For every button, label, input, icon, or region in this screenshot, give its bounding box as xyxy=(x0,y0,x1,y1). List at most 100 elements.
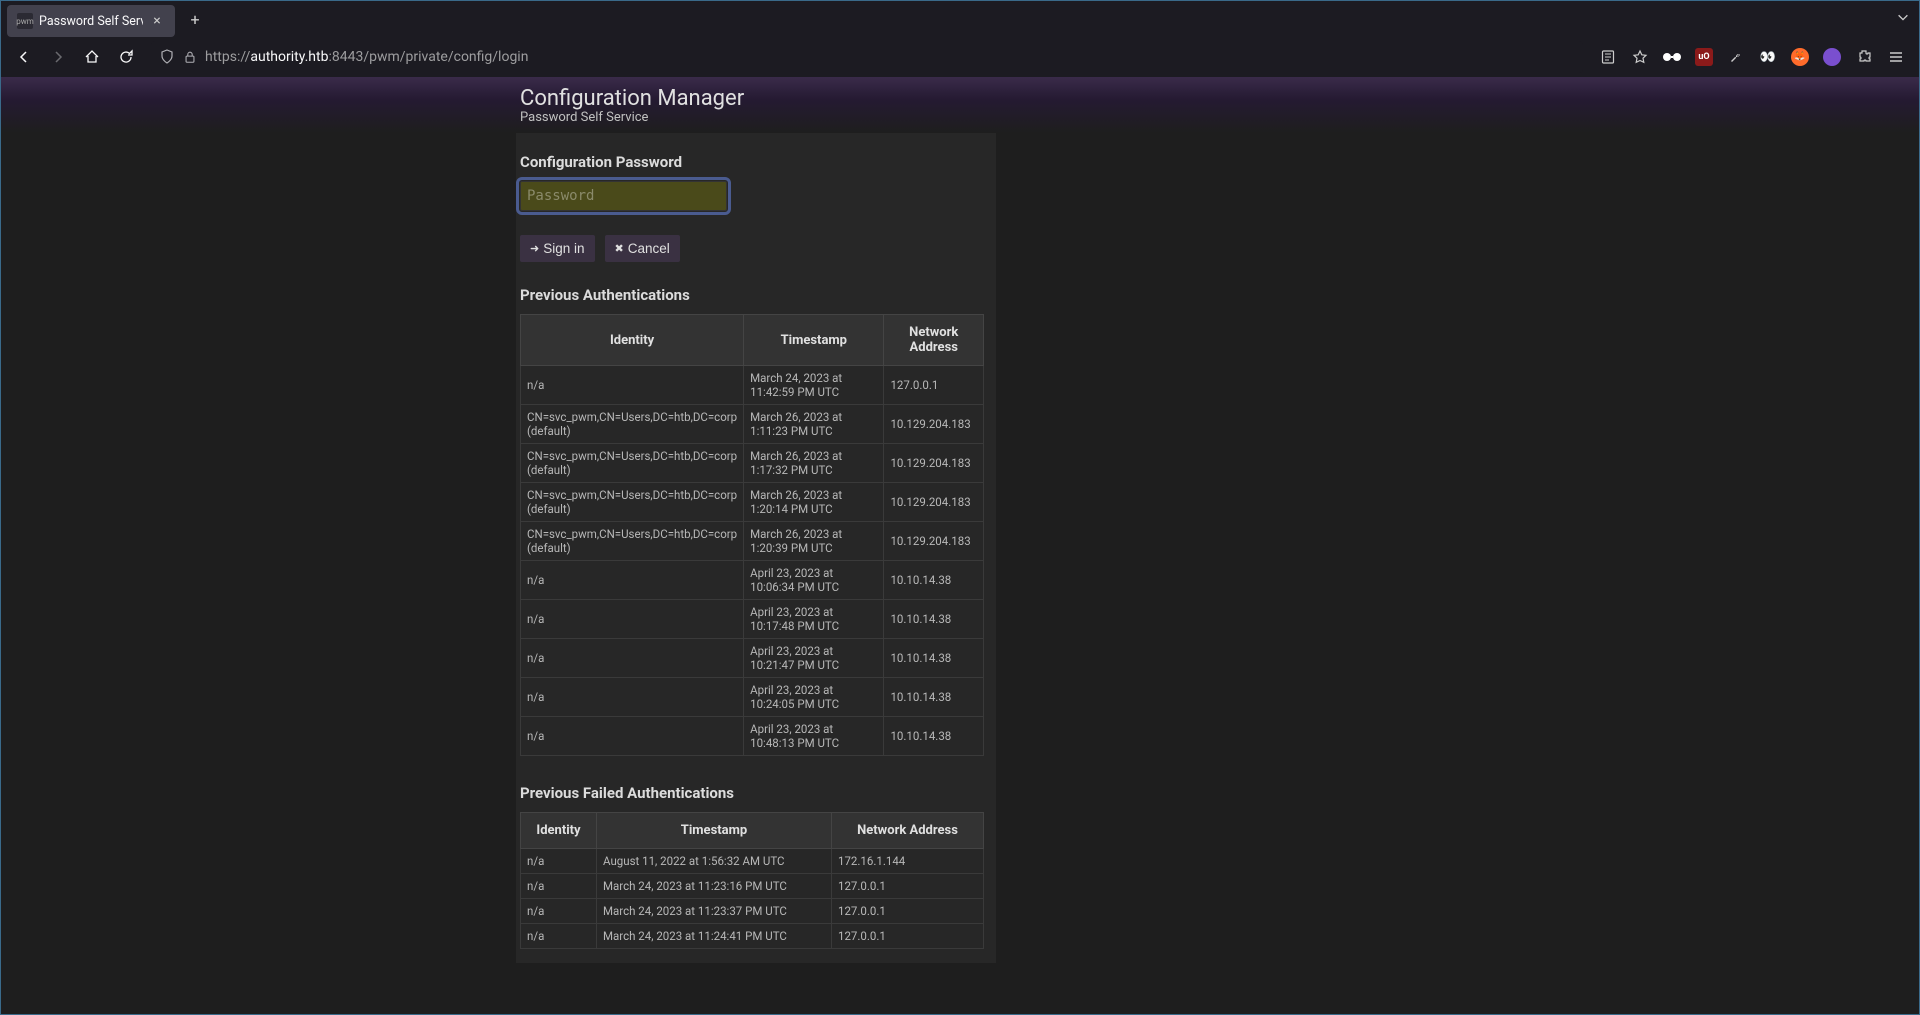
sign-in-label: Sign in xyxy=(543,241,584,256)
fox-extension-icon[interactable]: 🦊 xyxy=(1785,42,1815,72)
col-timestamp: Timestamp xyxy=(597,813,832,849)
cell-identity: n/a xyxy=(521,717,744,756)
cell-timestamp: August 11, 2022 at 1:56:32 AM UTC xyxy=(597,849,832,874)
app-subtitle: Password Self Service xyxy=(520,110,648,125)
extensions-icon[interactable] xyxy=(1849,42,1879,72)
cell-address: 10.129.204.183 xyxy=(884,444,984,483)
cell-address: 10.10.14.38 xyxy=(884,639,984,678)
col-identity: Identity xyxy=(521,315,744,366)
cell-timestamp: March 24, 2023 at 11:23:16 PM UTC xyxy=(597,874,832,899)
cell-identity: n/a xyxy=(521,600,744,639)
cell-timestamp: March 24, 2023 at 11:24:41 PM UTC xyxy=(597,924,832,949)
favicon: pwm xyxy=(17,13,33,29)
cell-address: 10.129.204.183 xyxy=(884,522,984,561)
cancel-label: Cancel xyxy=(628,241,670,256)
app-title: Configuration Manager xyxy=(520,86,744,111)
table-row: n/aApril 23, 2023 at 10:17:48 PM UTC10.1… xyxy=(521,600,984,639)
cell-address: 10.10.14.38 xyxy=(884,678,984,717)
table-row: n/aApril 23, 2023 at 10:48:13 PM UTC10.1… xyxy=(521,717,984,756)
cell-identity: n/a xyxy=(521,874,597,899)
cell-address: 127.0.0.1 xyxy=(832,899,984,924)
cell-address: 127.0.0.1 xyxy=(832,924,984,949)
cell-identity: CN=svc_pwm,CN=Users,DC=htb,DC=corp (defa… xyxy=(521,405,744,444)
mask-extension-icon[interactable] xyxy=(1657,42,1687,72)
cell-address: 10.129.204.183 xyxy=(884,405,984,444)
reload-button[interactable] xyxy=(111,42,141,72)
cell-address: 127.0.0.1 xyxy=(884,366,984,405)
password-input[interactable] xyxy=(520,181,727,211)
reader-mode-icon[interactable] xyxy=(1593,42,1623,72)
cell-identity: n/a xyxy=(521,678,744,717)
navigation-bar: https://authority.htb:8443/pwm/private/c… xyxy=(1,37,1919,77)
cell-timestamp: March 26, 2023 at 1:17:32 PM UTC xyxy=(744,444,884,483)
tab-bar: pwm Password Self Service × + xyxy=(1,1,1919,37)
url-path: :8443/pwm/private/config/login xyxy=(328,49,528,65)
table-header-row: Identity Timestamp Network Address xyxy=(521,813,984,849)
cell-identity: n/a xyxy=(521,366,744,405)
cancel-icon: ✖ xyxy=(615,242,624,255)
cell-identity: CN=svc_pwm,CN=Users,DC=htb,DC=corp (defa… xyxy=(521,522,744,561)
previous-failed-auth-table: Identity Timestamp Network Address n/aAu… xyxy=(520,812,984,949)
cell-timestamp: April 23, 2023 at 10:21:47 PM UTC xyxy=(744,639,884,678)
cell-timestamp: March 26, 2023 at 1:20:14 PM UTC xyxy=(744,483,884,522)
address-bar[interactable]: https://authority.htb:8443/pwm/private/c… xyxy=(151,41,1583,73)
table-row: n/aMarch 24, 2023 at 11:42:59 PM UTC127.… xyxy=(521,366,984,405)
cell-identity: n/a xyxy=(521,899,597,924)
cell-timestamp: March 24, 2023 at 11:23:37 PM UTC xyxy=(597,899,832,924)
bookmark-icon[interactable] xyxy=(1625,42,1655,72)
eyes-extension-icon[interactable]: 👀 xyxy=(1753,42,1783,72)
table-row: n/aMarch 24, 2023 at 11:23:16 PM UTC127.… xyxy=(521,874,984,899)
ublock-extension-icon[interactable]: uO xyxy=(1689,42,1719,72)
cell-identity: n/a xyxy=(521,924,597,949)
col-timestamp: Timestamp xyxy=(744,315,884,366)
cell-timestamp: March 26, 2023 at 1:11:23 PM UTC xyxy=(744,405,884,444)
back-button[interactable] xyxy=(9,42,39,72)
table-row: CN=svc_pwm,CN=Users,DC=htb,DC=corp (defa… xyxy=(521,522,984,561)
cell-address: 10.10.14.38 xyxy=(884,717,984,756)
table-row: n/aApril 23, 2023 at 10:21:47 PM UTC10.1… xyxy=(521,639,984,678)
shield-icon xyxy=(159,49,175,65)
table-row: n/aMarch 24, 2023 at 11:24:41 PM UTC127.… xyxy=(521,924,984,949)
table-row: CN=svc_pwm,CN=Users,DC=htb,DC=corp (defa… xyxy=(521,483,984,522)
cell-identity: CN=svc_pwm,CN=Users,DC=htb,DC=corp (defa… xyxy=(521,483,744,522)
cell-address: 10.10.14.38 xyxy=(884,600,984,639)
cell-identity: n/a xyxy=(521,561,744,600)
tabs-dropdown-icon[interactable] xyxy=(1896,10,1910,24)
menu-icon[interactable] xyxy=(1881,42,1911,72)
cancel-button[interactable]: ✖ Cancel xyxy=(605,235,680,262)
signin-icon: ➜ xyxy=(530,242,539,255)
table-row: CN=svc_pwm,CN=Users,DC=htb,DC=corp (defa… xyxy=(521,405,984,444)
cell-timestamp: April 23, 2023 at 10:48:13 PM UTC xyxy=(744,717,884,756)
lock-icon xyxy=(183,50,197,64)
cell-address: 172.16.1.144 xyxy=(832,849,984,874)
cell-timestamp: March 24, 2023 at 11:42:59 PM UTC xyxy=(744,366,884,405)
table-row: CN=svc_pwm,CN=Users,DC=htb,DC=corp (defa… xyxy=(521,444,984,483)
new-tab-button[interactable]: + xyxy=(181,5,209,33)
config-password-heading: Configuration Password xyxy=(516,147,996,181)
cell-address: 10.129.204.183 xyxy=(884,483,984,522)
browser-tab[interactable]: pwm Password Self Service × xyxy=(7,5,175,37)
previous-auth-heading: Previous Authentications xyxy=(516,280,996,314)
url-text: https://authority.htb:8443/pwm/private/c… xyxy=(205,49,528,65)
close-tab-icon[interactable]: × xyxy=(149,13,165,29)
cell-timestamp: April 23, 2023 at 10:06:34 PM UTC xyxy=(744,561,884,600)
previous-auth-table: Identity Timestamp Network Address n/aMa… xyxy=(520,314,984,756)
toolbar-icons: uO 👀 🦊 xyxy=(1593,42,1911,72)
browser-chrome: pwm Password Self Service × + xyxy=(1,1,1919,77)
col-identity: Identity xyxy=(521,813,597,849)
cell-timestamp: April 23, 2023 at 10:24:05 PM UTC xyxy=(744,678,884,717)
table-row: n/aApril 23, 2023 at 10:24:05 PM UTC10.1… xyxy=(521,678,984,717)
col-address: Network Address xyxy=(884,315,984,366)
cell-timestamp: April 23, 2023 at 10:17:48 PM UTC xyxy=(744,600,884,639)
cell-identity: n/a xyxy=(521,849,597,874)
purple-extension-icon[interactable] xyxy=(1817,42,1847,72)
url-scheme: https:// xyxy=(205,49,250,65)
tab-title: Password Self Service xyxy=(39,14,143,29)
app-header: Configuration Manager Password Self Serv… xyxy=(1,77,1919,133)
sign-in-button[interactable]: ➜ Sign in xyxy=(520,235,595,262)
wrench-extension-icon[interactable] xyxy=(1721,42,1751,72)
forward-button[interactable] xyxy=(43,42,73,72)
table-row: n/aMarch 24, 2023 at 11:23:37 PM UTC127.… xyxy=(521,899,984,924)
table-header-row: Identity Timestamp Network Address xyxy=(521,315,984,366)
home-button[interactable] xyxy=(77,42,107,72)
